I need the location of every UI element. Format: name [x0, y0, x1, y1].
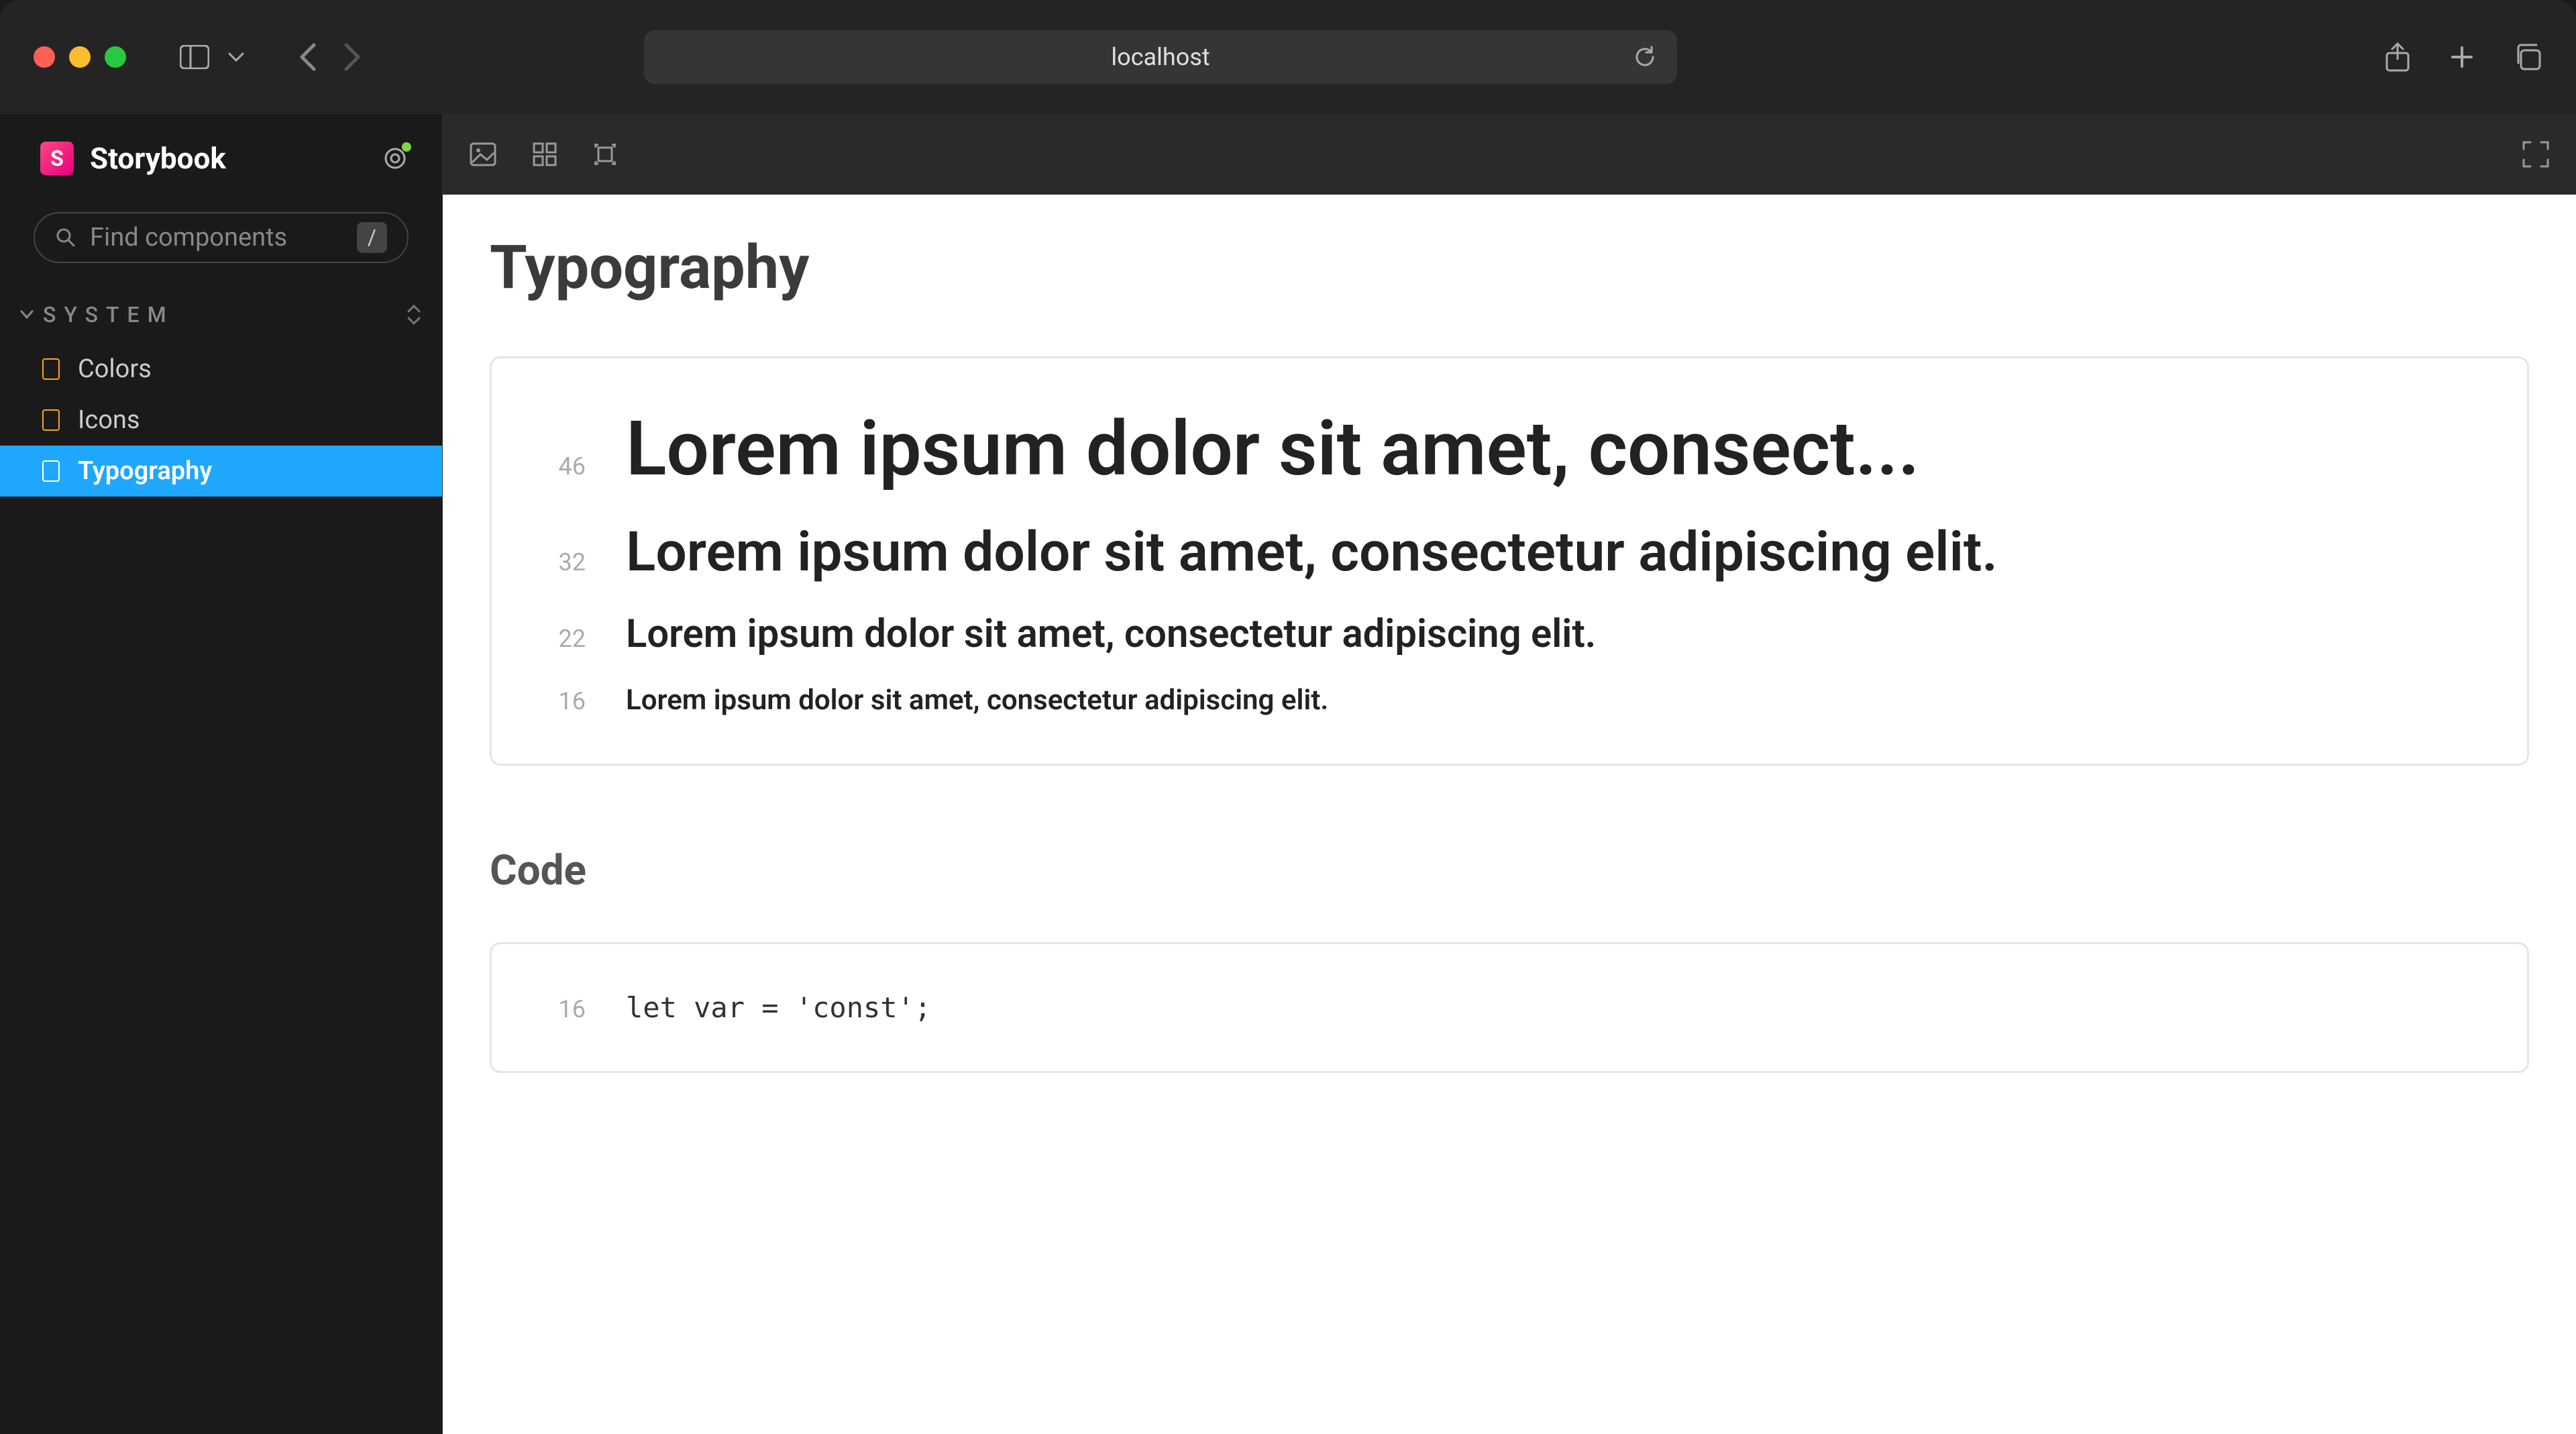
type-row: 22 Lorem ipsum dolor sit amet, consectet… [545, 611, 2473, 657]
sidebar-header: S Storybook [0, 114, 442, 196]
sidebar-item-colors[interactable]: Colors [0, 344, 442, 395]
url-bar[interactable]: localhost [644, 30, 1677, 84]
type-row: 46 Lorem ipsum dolor sit amet, consect..… [545, 405, 2473, 493]
typography-card: 46 Lorem ipsum dolor sit amet, consect..… [490, 356, 2529, 766]
type-sample: Lorem ipsum dolor sit amet, consectetur … [626, 684, 1328, 717]
section-caret-icon [20, 310, 34, 319]
type-sample: Lorem ipsum dolor sit amet, consectetur … [626, 611, 1596, 657]
code-row: 16 let var = 'const'; [545, 991, 2473, 1024]
nav-arrows [298, 42, 362, 72]
back-button[interactable] [298, 42, 317, 72]
logo-badge: S [40, 142, 74, 175]
sidebar: S Storybook Find components / SYSTEM [0, 114, 443, 1434]
sidebar-toggle-icon[interactable] [180, 42, 209, 72]
minimize-window-button[interactable] [69, 46, 91, 68]
grid-addon-icon[interactable] [533, 142, 557, 166]
canvas: Typography 46 Lorem ipsum dolor sit amet… [443, 195, 2576, 1434]
type-sample: Lorem ipsum dolor sit amet, consect... [626, 405, 1919, 493]
settings-icon[interactable] [382, 145, 409, 172]
code-heading: Code [490, 846, 2529, 895]
share-icon[interactable] [2384, 41, 2411, 73]
sidebar-item-label: Typography [78, 456, 212, 486]
close-window-button[interactable] [34, 46, 55, 68]
outline-addon-icon[interactable] [593, 142, 617, 166]
chevron-down-icon[interactable] [221, 42, 251, 72]
section-header[interactable]: SYSTEM [0, 279, 442, 344]
app-name: Storybook [90, 141, 226, 176]
tabs-overview-icon[interactable] [2513, 42, 2542, 72]
image-addon-icon[interactable] [470, 142, 496, 166]
refresh-icon[interactable] [1633, 45, 1657, 69]
type-size-label: 16 [545, 687, 586, 715]
content-toolbar [443, 114, 2576, 195]
window-controls [34, 46, 126, 68]
sidebar-item-icons[interactable]: Icons [0, 395, 442, 446]
code-card: 16 let var = 'const'; [490, 942, 2529, 1073]
sidebar-toggle-group [180, 42, 251, 72]
forward-button[interactable] [343, 42, 362, 72]
page-title: Typography [490, 232, 2529, 303]
search-shortcut: / [357, 222, 387, 253]
fullscreen-icon[interactable] [2522, 141, 2549, 168]
sidebar-item-label: Colors [78, 354, 152, 384]
code-size-label: 16 [545, 995, 586, 1023]
new-tab-icon[interactable] [2449, 44, 2475, 70]
type-size-label: 32 [545, 548, 586, 576]
section-title: SYSTEM [43, 302, 174, 327]
document-icon [40, 460, 62, 482]
logo-letter: S [50, 146, 64, 171]
code-sample: let var = 'const'; [626, 991, 931, 1024]
app-container: S Storybook Find components / SYSTEM [0, 114, 2576, 1434]
type-size-label: 46 [545, 452, 586, 480]
type-row: 32 Lorem ipsum dolor sit amet, consectet… [545, 520, 2473, 584]
sidebar-item-typography[interactable]: Typography [0, 446, 442, 497]
type-size-label: 22 [545, 625, 586, 653]
notification-dot [402, 142, 411, 152]
document-icon [40, 409, 62, 431]
document-icon [40, 358, 62, 380]
sort-icon[interactable] [406, 305, 422, 325]
search-placeholder: Find components [90, 223, 343, 252]
type-sample: Lorem ipsum dolor sit amet, consectetur … [626, 520, 1998, 584]
content-area: Typography 46 Lorem ipsum dolor sit amet… [443, 114, 2576, 1434]
search-input[interactable]: Find components / [34, 212, 409, 263]
maximize-window-button[interactable] [105, 46, 126, 68]
chrome-right-controls [2384, 41, 2542, 73]
url-text: localhost [1111, 43, 1210, 71]
sidebar-item-label: Icons [78, 405, 140, 435]
browser-chrome: localhost [0, 0, 2576, 114]
search-icon [55, 227, 76, 248]
type-row: 16 Lorem ipsum dolor sit amet, consectet… [545, 684, 2473, 717]
